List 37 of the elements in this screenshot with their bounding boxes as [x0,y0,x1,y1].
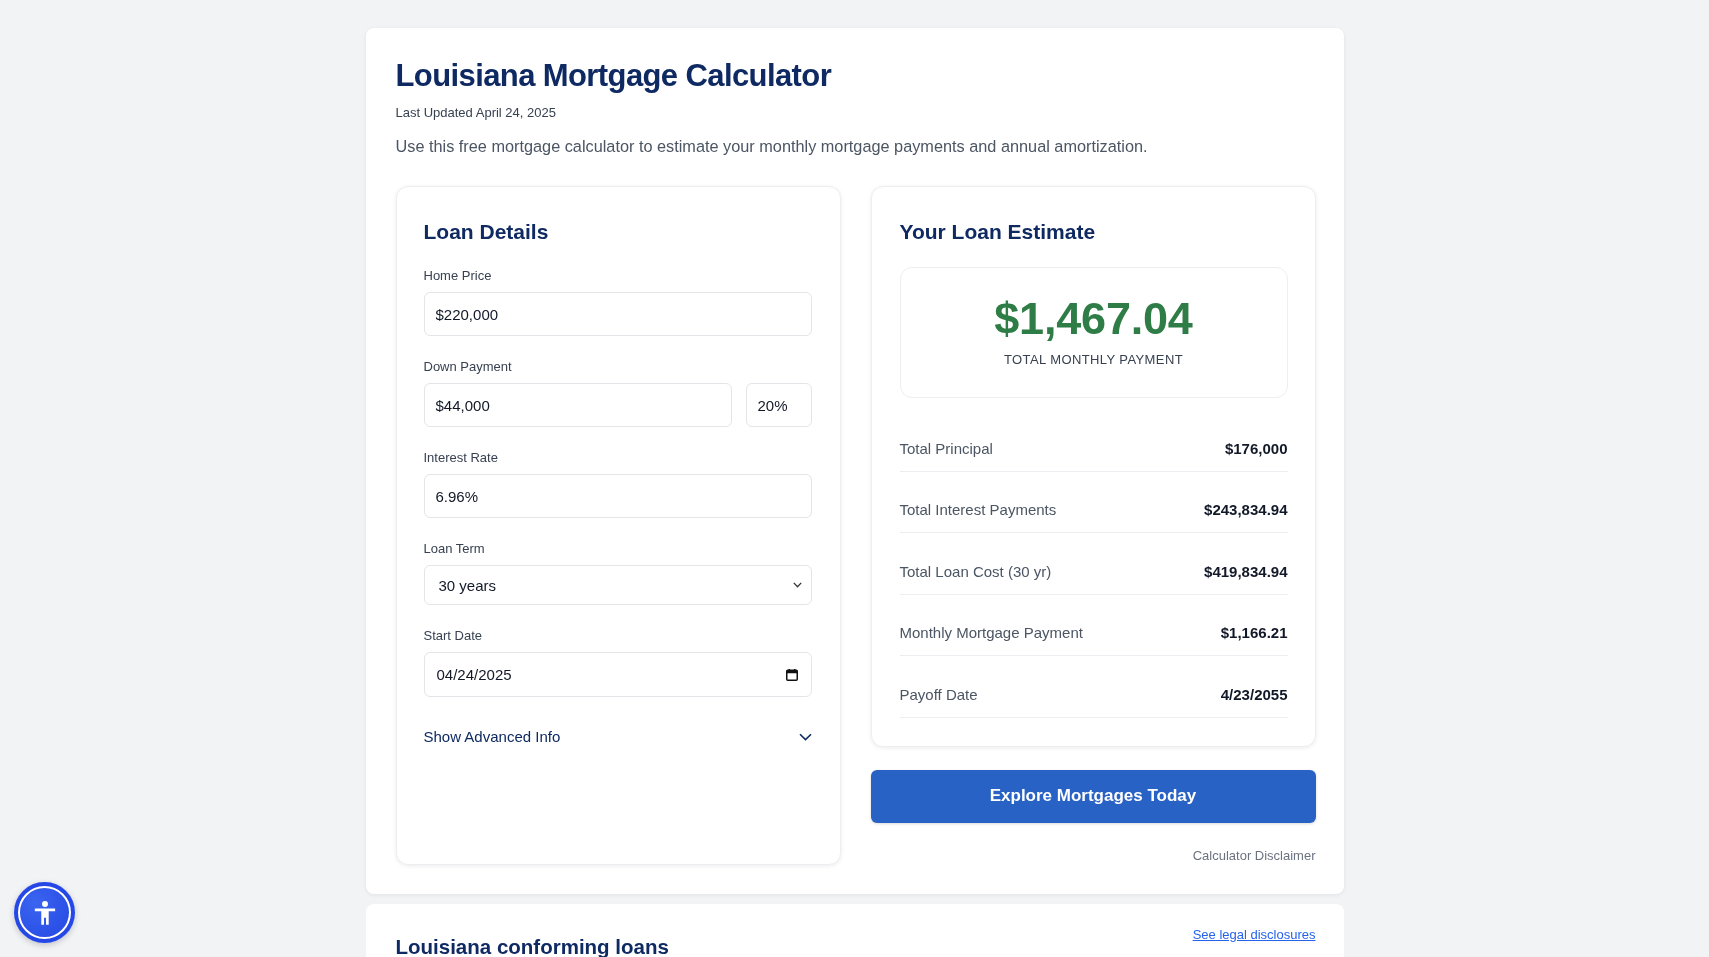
field-label: Down Payment [423,358,512,376]
input-field[interactable]: 6.96% [423,474,812,518]
field-label: Loan Term [423,540,485,558]
disclosures-link[interactable]: See legal disclosures [1192,925,1316,944]
payment-amount: $1,467.04 [994,293,1193,345]
row-label: Total Principal [899,438,993,459]
row-label: Total Interest Payments [899,500,1057,520]
row-value: $419,834.94 [1204,561,1288,582]
input-field[interactable]: $44,000 [423,383,732,427]
updated-date: Last Updated April 24, 2025 [395,104,557,122]
row-value: $176,000 [1224,438,1288,459]
accessibility-person-icon [33,900,56,925]
field-label: Interest Rate [423,449,498,467]
payment-label: TOTAL MONTHLY PAYMENT [1003,351,1184,369]
cta-button[interactable]: Explore Mortgages Today [870,769,1316,823]
date-field[interactable]: 04/24/2025 [423,652,812,697]
disclaimer-link[interactable]: Calculator Disclaimer [1192,847,1316,863]
accessibility-button[interactable] [14,882,75,943]
calendar-icon [785,668,798,681]
section-heading: Loan Details [423,219,550,245]
field-label: Start Date [423,627,483,645]
row-value: $1,166.21 [1220,623,1288,643]
chevron-down-icon [792,582,802,588]
field-label: Home Price [423,267,492,285]
section-heading: Louisiana conforming loans [395,934,669,957]
row-label: Total Loan Cost (30 yr) [899,561,1052,582]
row-label: Payoff Date [899,684,978,705]
dropdown[interactable]: 30 years [423,565,812,605]
page-description: Use this free mortgage calculator to estimate your monthly mortgage payments and annual amortization. [395,136,1149,157]
row-value: 4/23/2055 [1220,684,1288,705]
row-label: Monthly Mortgage Payment [899,623,1083,643]
advanced-info-toggle[interactable]: Show Advanced Info [423,727,812,747]
input-field[interactable]: 20% [745,383,812,427]
row-value: $243,834.94 [1204,500,1288,520]
input-field[interactable]: $220,000 [423,292,812,336]
section-heading: Your Loan Estimate [899,219,1097,245]
page-title: Louisiana Mortgage Calculator [395,57,833,95]
